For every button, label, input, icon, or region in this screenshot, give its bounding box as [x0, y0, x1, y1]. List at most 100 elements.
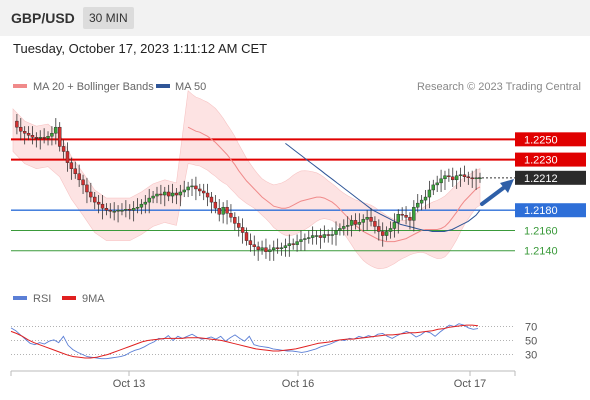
legend-rsi-label: RSI [33, 293, 51, 305]
candle-body [42, 137, 46, 139]
legend-rsi-swatch [13, 296, 27, 300]
candle-body [283, 245, 288, 248]
candle-body [19, 126, 23, 132]
candle-body [427, 189, 432, 198]
minor-support-label: 1.2140 [524, 246, 558, 258]
rsi-panel: 70 50 30 [10, 322, 537, 362]
price-chart-svg: MA 20 + Bollinger Bands MA 50 Research ©… [10, 81, 586, 390]
candle-body [61, 146, 66, 152]
candle-body [252, 244, 256, 247]
candle-body [93, 196, 97, 203]
candle-body [143, 201, 148, 205]
candle-body [233, 217, 237, 224]
candle-body [318, 235, 323, 238]
candle-body [338, 228, 342, 231]
candle-body [209, 196, 214, 203]
candle-body [54, 126, 58, 134]
candle-body [330, 234, 334, 236]
candle-body [342, 226, 346, 229]
candle-body [381, 231, 385, 236]
candle-body [384, 231, 389, 236]
legend-9ma-swatch [62, 296, 76, 300]
candle-body [128, 209, 132, 211]
candle-body [345, 225, 350, 227]
candle-body [299, 239, 303, 242]
candle-body [170, 192, 175, 197]
legend-ma50-swatch [156, 84, 170, 88]
candle-body [30, 135, 35, 138]
candle-body [46, 136, 50, 139]
candle-body [392, 222, 397, 229]
candle-body [213, 201, 218, 209]
candle-body [205, 192, 210, 198]
candle-body [272, 247, 276, 250]
candle-body [377, 226, 381, 232]
candle-body [474, 177, 478, 180]
candle-body [361, 219, 365, 223]
candle-body [104, 207, 109, 211]
candle-body [443, 175, 447, 180]
forecast-arrow-icon [480, 179, 514, 206]
candle-body [279, 247, 284, 249]
candle-body [365, 217, 369, 220]
candle-body [89, 191, 93, 198]
rsi-tick-label: 50 [525, 336, 537, 348]
candle-body [326, 234, 330, 236]
level-labels: 1.2250 1.2230 1.2212 1.2180 1.2160 1.2140 [515, 132, 586, 258]
x-tick-label: Oct 16 [282, 378, 314, 390]
candle-body [400, 214, 404, 216]
candle-body [303, 238, 307, 240]
candle-body [388, 228, 393, 232]
candle-body [462, 174, 467, 178]
candle-body [349, 220, 354, 226]
credit-text: Research © 2023 Trading Central [417, 81, 581, 93]
rsi-tick-label: 30 [525, 350, 537, 362]
legend-ma20-label: MA 20 + Bollinger Bands [33, 81, 154, 93]
x-axis: Oct 13 Oct 16 Oct 17 [10, 371, 516, 390]
candle-body [466, 176, 471, 179]
candle-body [201, 190, 206, 194]
candle-body [322, 234, 327, 238]
candle-body [178, 191, 183, 196]
candle-body [221, 206, 225, 215]
candle-body [124, 209, 128, 211]
candle-body [81, 179, 85, 186]
candle-body [369, 217, 373, 222]
candle-body [159, 193, 163, 196]
candle-body [135, 206, 140, 209]
candle-body [174, 192, 179, 196]
candle-body [131, 207, 136, 211]
candle-body [26, 133, 31, 136]
minor-support-label: 1.2160 [524, 225, 558, 237]
legend-ma20-swatch [13, 84, 27, 88]
candle-body [264, 247, 268, 252]
candle-body [229, 213, 233, 218]
candle-body [287, 243, 292, 246]
candle-body [244, 232, 249, 241]
candle-body [50, 133, 54, 137]
candle-body [85, 184, 89, 193]
candle-body [65, 151, 70, 163]
candle-body [353, 220, 358, 225]
chart-frame: GBP/USD 30 MIN Tuesday, October 17, 2023… [0, 0, 590, 400]
legend-ma50-label: MA 50 [175, 81, 206, 93]
candle-body [182, 189, 186, 193]
candle-body [186, 186, 190, 191]
candle-body [100, 203, 105, 209]
candle-body [307, 237, 311, 239]
candle-body [96, 201, 101, 205]
candle-body [256, 246, 260, 250]
candle-body [166, 191, 171, 197]
candle-body [260, 247, 264, 250]
candle-body [147, 197, 151, 203]
candle-body [58, 126, 62, 147]
candle-body [240, 227, 245, 233]
candle-body [357, 222, 362, 225]
candle-body [112, 211, 116, 213]
candle-body [225, 206, 229, 214]
candle-body [73, 168, 77, 174]
candle-body [458, 174, 463, 176]
rsi-line [10, 323, 479, 360]
candle-body [396, 214, 400, 223]
candle-body [38, 137, 42, 139]
